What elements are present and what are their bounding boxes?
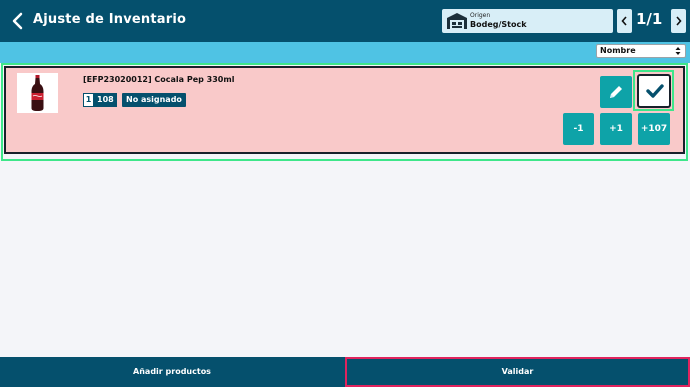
- add-products-button[interactable]: Añadir productos: [0, 357, 344, 387]
- origin-label: Origen: [470, 12, 491, 19]
- quantity-badge: 1 108: [83, 93, 117, 107]
- product-name: [EFP23020012] Cocala Pep 330ml: [83, 75, 235, 84]
- next-page-button[interactable]: [671, 9, 686, 33]
- confirm-check-button[interactable]: [637, 74, 671, 108]
- caret-updown-icon: [675, 47, 681, 55]
- chevron-left-icon: [621, 16, 627, 26]
- decrement-button[interactable]: -1: [563, 113, 594, 145]
- checkmark-icon: [646, 84, 664, 98]
- page-indicator: 1/1: [636, 10, 663, 28]
- origin-selector[interactable]: Origen Bodeg/Stock: [442, 9, 613, 33]
- increment-button[interactable]: +1: [600, 113, 632, 145]
- pencil-icon: [610, 86, 622, 98]
- validate-button[interactable]: Validar: [345, 357, 690, 387]
- quantity-counted: 1: [83, 93, 94, 107]
- sort-selected-value: Nombre: [600, 46, 636, 55]
- edit-button[interactable]: [600, 76, 632, 108]
- back-button[interactable]: [9, 10, 27, 32]
- page-title: Ajuste de Inventario: [33, 12, 187, 27]
- warehouse-icon: [447, 13, 467, 29]
- sub-bar: [0, 42, 690, 63]
- bottle-icon: [31, 75, 44, 111]
- quantity-stock: 108: [94, 93, 117, 107]
- back-chevron-icon: [12, 12, 23, 30]
- product-image: [17, 73, 58, 113]
- prev-page-button[interactable]: [617, 9, 632, 33]
- origin-value: Bodeg/Stock: [470, 20, 527, 29]
- chevron-right-icon: [676, 16, 682, 26]
- sort-select[interactable]: Nombre: [596, 44, 686, 58]
- lot-status-badge: No asignado: [122, 93, 186, 107]
- set-all-button[interactable]: +107: [638, 113, 670, 145]
